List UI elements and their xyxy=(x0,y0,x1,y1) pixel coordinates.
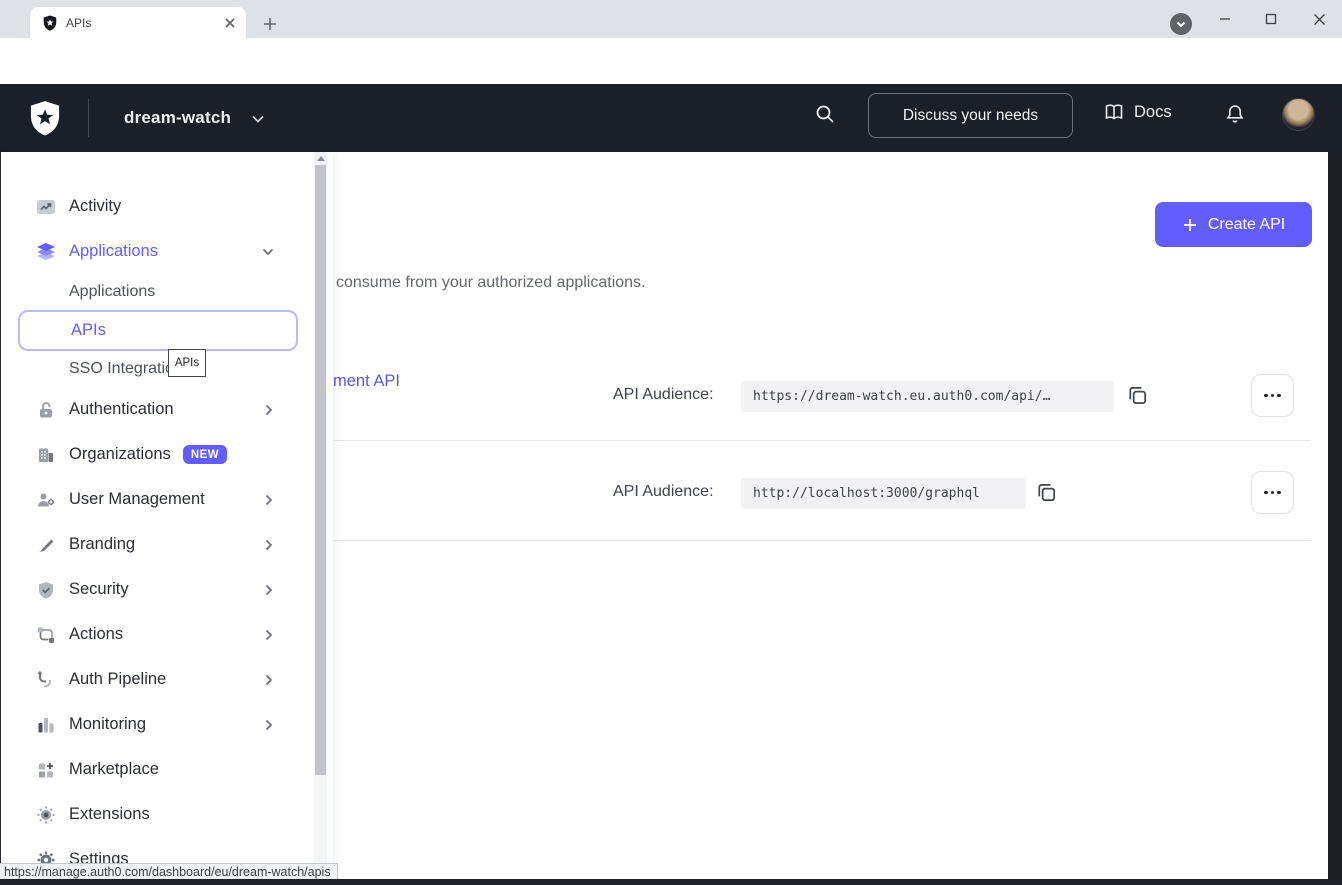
chevron-right-icon xyxy=(263,403,275,417)
sidebar-scrollbar-up-arrow[interactable] xyxy=(314,152,327,165)
activity-icon xyxy=(35,196,57,218)
topnav-divider xyxy=(88,99,89,137)
marketplace-icon xyxy=(35,759,57,781)
book-icon xyxy=(1103,102,1125,122)
auth0-favicon-icon xyxy=(42,15,58,31)
sidebar-item-sso-integrations[interactable]: SSO Integrations xyxy=(1,351,315,387)
sidebar-item-security[interactable]: Security xyxy=(1,567,315,612)
chevron-right-icon xyxy=(263,583,275,597)
sidebar-item-authentication[interactable]: Authentication xyxy=(1,387,315,432)
new-tab-button[interactable] xyxy=(258,12,282,36)
browser-window: APIs xyxy=(0,0,1342,885)
copy-icon[interactable] xyxy=(1125,383,1149,407)
sidebar-item-applications-sub[interactable]: Applications xyxy=(1,274,315,310)
row-divider xyxy=(333,440,1311,441)
notifications-bell-icon[interactable] xyxy=(1222,101,1248,127)
browser-toolbar: manage.auth0.com/dashboard/eu/dream-watc… xyxy=(0,38,1342,84)
discuss-your-needs-button[interactable]: Discuss your needs xyxy=(868,93,1073,138)
copy-icon[interactable] xyxy=(1034,480,1058,504)
api-audience-value[interactable]: https://dream-watch.eu.auth0.com/api/… xyxy=(741,381,1114,412)
sidebar-scrollbar-thumb[interactable] xyxy=(315,165,326,775)
bottom-edge-bar xyxy=(0,879,1342,885)
new-badge: NEW xyxy=(183,445,227,464)
api-name-link[interactable]: ment API xyxy=(333,372,400,391)
applications-layers-icon xyxy=(35,241,57,263)
browser-titlebar: APIs xyxy=(0,0,1342,38)
create-api-button[interactable]: Create API xyxy=(1155,202,1312,247)
window-close-button[interactable] xyxy=(1296,0,1342,38)
sidebar-item-extensions[interactable]: Extensions xyxy=(1,792,315,837)
search-icon[interactable] xyxy=(812,101,838,127)
tenant-chevron-down-icon[interactable] xyxy=(250,112,266,126)
paintbrush-icon xyxy=(35,534,57,556)
sidebar-item-monitoring[interactable]: Monitoring xyxy=(1,702,315,747)
sidebar-item-organizations[interactable]: Organizations NEW xyxy=(1,432,315,477)
apis-page-content: Create API consume from your authorized … xyxy=(333,152,1328,885)
chevron-down-icon xyxy=(261,246,275,258)
docs-label: Docs xyxy=(1134,103,1172,122)
row-actions-button[interactable] xyxy=(1251,471,1294,514)
tab-close-icon[interactable] xyxy=(222,15,238,31)
sidebar-item-user-management[interactable]: User Management xyxy=(1,477,315,522)
chevron-right-icon xyxy=(263,628,275,642)
status-url-text: https://manage.auth0.com/dashboard/eu/dr… xyxy=(4,865,331,879)
chevron-right-icon xyxy=(263,538,275,552)
actions-flow-icon xyxy=(35,624,57,646)
tab-title: APIs xyxy=(66,16,222,30)
window-maximize-button[interactable] xyxy=(1248,0,1294,38)
organizations-icon xyxy=(35,444,57,466)
user-avatar[interactable] xyxy=(1282,98,1315,131)
chevron-right-icon xyxy=(263,718,275,732)
sidebar-item-branding[interactable]: Branding xyxy=(1,522,315,567)
sidebar-item-applications[interactable]: Applications xyxy=(1,229,315,274)
api-audience-value[interactable]: http://localhost:3000/graphql xyxy=(741,478,1026,509)
chevron-right-icon xyxy=(263,493,275,507)
auth0-topnav: dream-watch Discuss your needs Docs xyxy=(0,84,1342,152)
tenant-selector[interactable]: dream-watch xyxy=(124,108,231,128)
user-management-icon xyxy=(35,489,57,511)
chevron-right-icon xyxy=(263,673,275,687)
sidebar-item-actions[interactable]: Actions xyxy=(1,612,315,657)
row-actions-button[interactable] xyxy=(1251,374,1294,417)
bar-chart-icon xyxy=(35,714,57,736)
docs-link[interactable]: Docs xyxy=(1103,102,1172,122)
create-api-label: Create API xyxy=(1208,216,1285,234)
api-audience-label: API Audience: xyxy=(613,483,714,501)
pipeline-icon xyxy=(35,669,57,691)
api-audience-label: API Audience: xyxy=(613,386,714,404)
lock-icon xyxy=(35,399,57,421)
sidebar-item-marketplace[interactable]: Marketplace xyxy=(1,747,315,792)
sidebar: Activity Applications Applications APIs … xyxy=(0,152,333,885)
status-url-bubble: https://manage.auth0.com/dashboard/eu/dr… xyxy=(0,863,338,880)
browser-tab[interactable]: APIs xyxy=(30,7,246,38)
apis-tooltip: APIs xyxy=(168,349,206,377)
plus-icon xyxy=(1182,217,1198,233)
page-scrollbar-strip[interactable] xyxy=(1328,152,1342,885)
download-indicator-icon[interactable] xyxy=(1170,13,1192,35)
sidebar-item-auth-pipeline[interactable]: Auth Pipeline xyxy=(1,657,315,702)
extensions-burst-icon xyxy=(35,804,57,826)
page-intro-text: consume from your authorized application… xyxy=(336,274,646,292)
auth0-logo-icon[interactable] xyxy=(27,99,63,137)
sidebar-item-apis-selected[interactable]: APIs xyxy=(18,310,298,351)
row-divider xyxy=(333,540,1311,541)
window-minimize-button[interactable] xyxy=(1202,0,1248,38)
shield-check-icon xyxy=(35,579,57,601)
sidebar-item-activity[interactable]: Activity xyxy=(1,184,315,229)
